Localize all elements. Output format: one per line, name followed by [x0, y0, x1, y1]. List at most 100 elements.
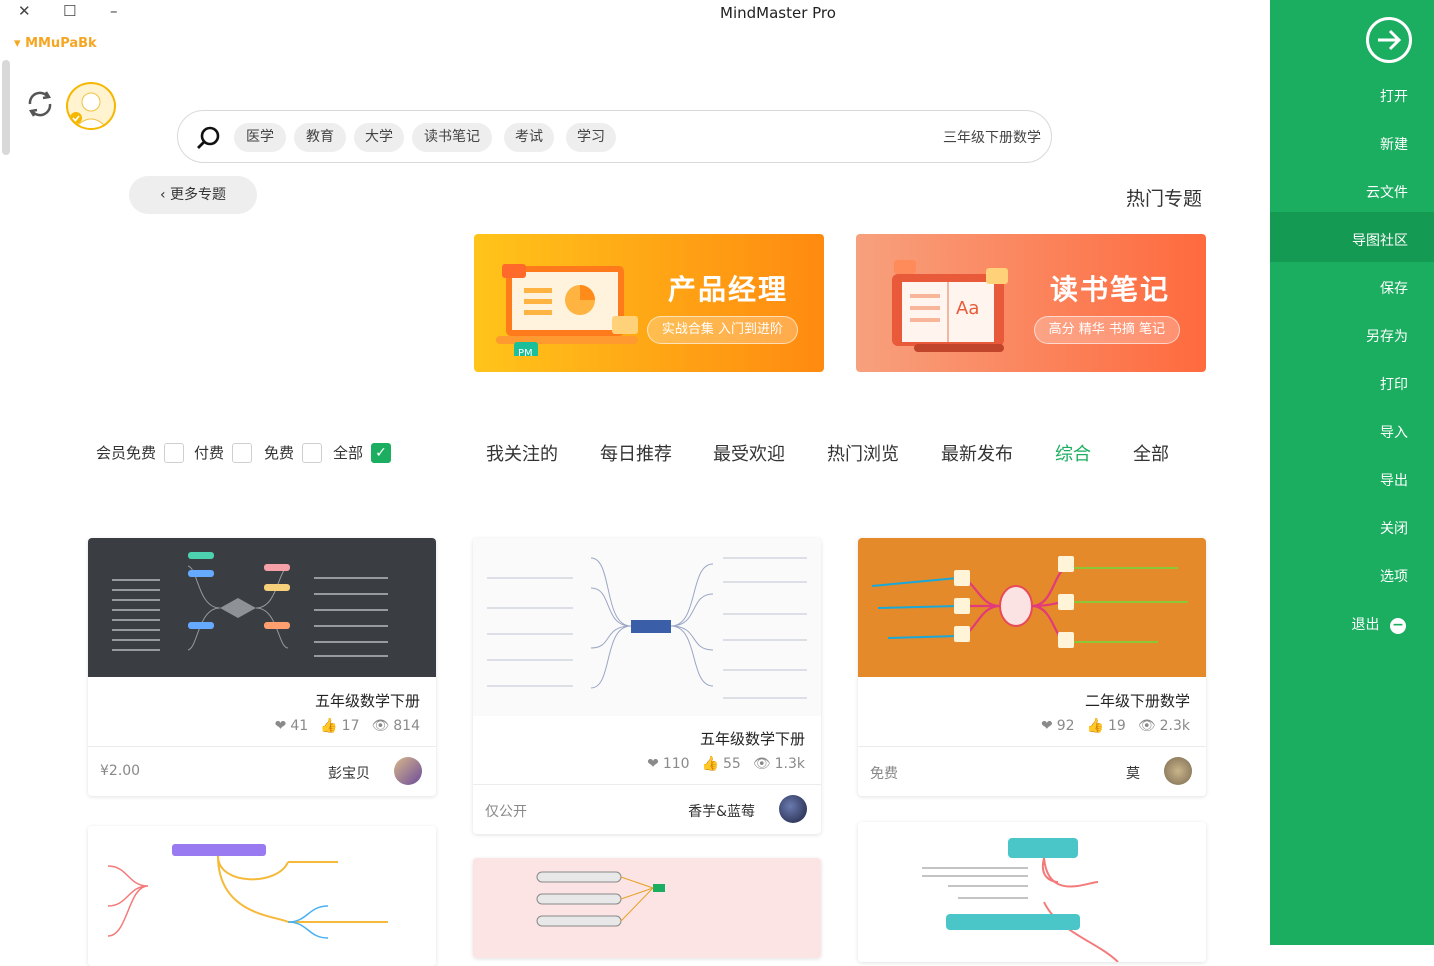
heart-icon: ❤ [274, 718, 287, 734]
chip-university[interactable]: 大学 [354, 123, 404, 152]
tab-popular[interactable]: 最受欢迎 [713, 440, 785, 466]
visibility-label: 仅公开 [485, 804, 527, 820]
book-illustration: Aa [892, 260, 1008, 352]
tab-daily[interactable]: 每日推荐 [600, 440, 672, 466]
filter-member-free[interactable]: 会员免费 [96, 442, 185, 463]
tab-overall[interactable]: 综合 [1055, 440, 1091, 466]
chip-medicine[interactable]: 医学 [234, 123, 286, 152]
sidebar-item-export[interactable]: 导出 [1380, 470, 1408, 490]
banner-subtitle: 高分 精华 书摘 笔记 [1033, 316, 1180, 344]
aa-badge: Aa [956, 298, 979, 319]
likes-count: 👍 55 [701, 756, 741, 772]
banner-product-manager[interactable]: PM 产品经理 实战合集 入门到进阶 [474, 234, 824, 372]
back-button[interactable] [1366, 17, 1412, 63]
favorites-count: ❤ 110 [647, 756, 690, 772]
eye-icon: 👁 [371, 718, 390, 734]
filter-all[interactable]: 全部 ✓ [333, 442, 392, 463]
favorites-count: ❤ 92 [1041, 718, 1075, 734]
banner-subtitle: 实战合集 入门到进阶 [646, 316, 798, 344]
sidebar-item-cloud[interactable]: 云文件 [1366, 182, 1408, 202]
author-name[interactable]: 香芋&蓝莓 [688, 801, 755, 821]
exit-label: 退出 [1351, 617, 1380, 633]
more-topics-label: 更多专题 [170, 187, 227, 203]
sidebar-item-save[interactable]: 保存 [1380, 278, 1408, 298]
chip-study[interactable]: 学习 [566, 123, 616, 152]
banner-reading-notes[interactable]: Aa 读书笔记 高分 精华 书摘 笔记 [856, 234, 1206, 372]
app-title: MindMaster Pro [720, 4, 836, 22]
laptop-illustration: PM [496, 264, 638, 356]
card-stats: ❤ 110 👍 55 👁 1.3k [647, 756, 805, 772]
user-icon [70, 92, 108, 128]
template-card[interactable] [473, 858, 821, 958]
chip-reading-notes[interactable]: 读书笔记 [412, 123, 492, 152]
section-title: 热门专题 [1126, 188, 1203, 210]
sidebar-item-save-as[interactable]: 另存为 [1366, 326, 1408, 346]
minus-circle-icon: − [1390, 618, 1406, 634]
maximize-icon[interactable]: ☐ [63, 2, 76, 20]
card-title: 二年级下册数学 [1084, 692, 1190, 710]
sidebar-item-new[interactable]: 新建 [1380, 134, 1408, 154]
sidebar-item-print[interactable]: 打印 [1380, 374, 1408, 394]
author-avatar[interactable] [779, 795, 807, 823]
filter-label: 付费 [194, 444, 225, 462]
views-count: 👁 2.3k [1137, 718, 1190, 734]
sidebar-item-open[interactable]: 打开 [1380, 86, 1408, 106]
template-card[interactable]: 二年级下册数学 ❤ 92 👍 19 👁 2.3k 免费 莫 [858, 538, 1206, 796]
filter-label: 会员免费 [96, 444, 157, 462]
heart-icon: ❤ [1041, 718, 1053, 734]
search-input[interactable] [841, 123, 1041, 151]
price-label: ¥2.00 [100, 763, 141, 779]
thumbs-up-icon: 👍 [320, 718, 338, 734]
views-count: 👁 814 [371, 718, 420, 734]
checkbox[interactable] [302, 442, 323, 463]
heart-icon: ❤ [647, 756, 659, 772]
checkbox-checked[interactable]: ✓ [371, 442, 392, 463]
tab-hot-views[interactable]: 热门浏览 [827, 440, 899, 466]
views-count: 👁 1.3k [752, 756, 805, 772]
author-avatar[interactable] [394, 757, 422, 785]
filter-free[interactable]: 免费 [264, 442, 323, 463]
divider [858, 746, 1206, 747]
close-icon[interactable]: ✕ [18, 2, 31, 20]
avatar[interactable] [66, 82, 116, 130]
mindmap-thumbnail [473, 858, 821, 958]
chip-education[interactable]: 教育 [294, 123, 346, 152]
author-avatar[interactable] [1164, 757, 1192, 785]
sidebar-item-import[interactable]: 导入 [1380, 422, 1408, 442]
sidebar-item-community[interactable]: 导图社区 [1352, 230, 1408, 250]
scrollbar-thumb[interactable] [2, 60, 10, 155]
template-card[interactable]: 五年级数学下册 ❤ 110 👍 55 👁 1.3k 仅公开 香芋&蓝莓 [473, 538, 821, 834]
tab-following[interactable]: 我关注的 [486, 440, 558, 466]
divider [88, 746, 436, 747]
pm-badge: PM [518, 348, 533, 356]
sidebar-item-exit[interactable]: 退出 − [1352, 614, 1406, 634]
checkbox[interactable] [164, 442, 185, 463]
app-window: ✕ ☐ – MindMaster Pro ▾ MMuPaBk 医学 教育 大学 … [0, 0, 1434, 966]
template-card[interactable]: 五年级数学下册 ❤ 41 👍 17 👁 814 ¥2.00 彭宝贝 [88, 538, 436, 796]
sidebar-item-options[interactable]: 选项 [1380, 566, 1408, 586]
tab-newest[interactable]: 最新发布 [941, 440, 1013, 466]
template-card[interactable] [88, 826, 436, 966]
chip-exam[interactable]: 考试 [504, 123, 554, 152]
author-name[interactable]: 彭宝贝 [328, 763, 370, 783]
filter-paid[interactable]: 付费 [194, 442, 253, 463]
mindmap-thumbnail [88, 538, 436, 677]
sync-icon[interactable] [24, 88, 56, 120]
brand-label: MMuPaBk [25, 36, 97, 51]
card-title: 五年级数学下册 [699, 730, 805, 748]
more-topics-button[interactable]: ‹ 更多专题 [129, 176, 257, 214]
eye-icon: 👁 [1137, 718, 1156, 734]
card-stats: ❤ 41 👍 17 👁 814 [275, 718, 420, 734]
tab-all[interactable]: 全部 [1133, 440, 1169, 466]
author-name[interactable]: 莫 [1126, 763, 1140, 783]
search-icon[interactable] [196, 125, 222, 151]
filter-label: 免费 [264, 444, 295, 462]
thumbs-up-icon: 👍 [701, 756, 720, 772]
sidebar-item-close[interactable]: 关闭 [1380, 518, 1408, 538]
mindmap-thumbnail [858, 822, 1206, 962]
minimize-icon[interactable]: – [110, 2, 118, 20]
template-card[interactable] [858, 822, 1206, 962]
checkbox[interactable] [232, 442, 253, 463]
brand-menu[interactable]: ▾ MMuPaBk [14, 36, 97, 51]
likes-count: 👍 17 [320, 718, 360, 734]
